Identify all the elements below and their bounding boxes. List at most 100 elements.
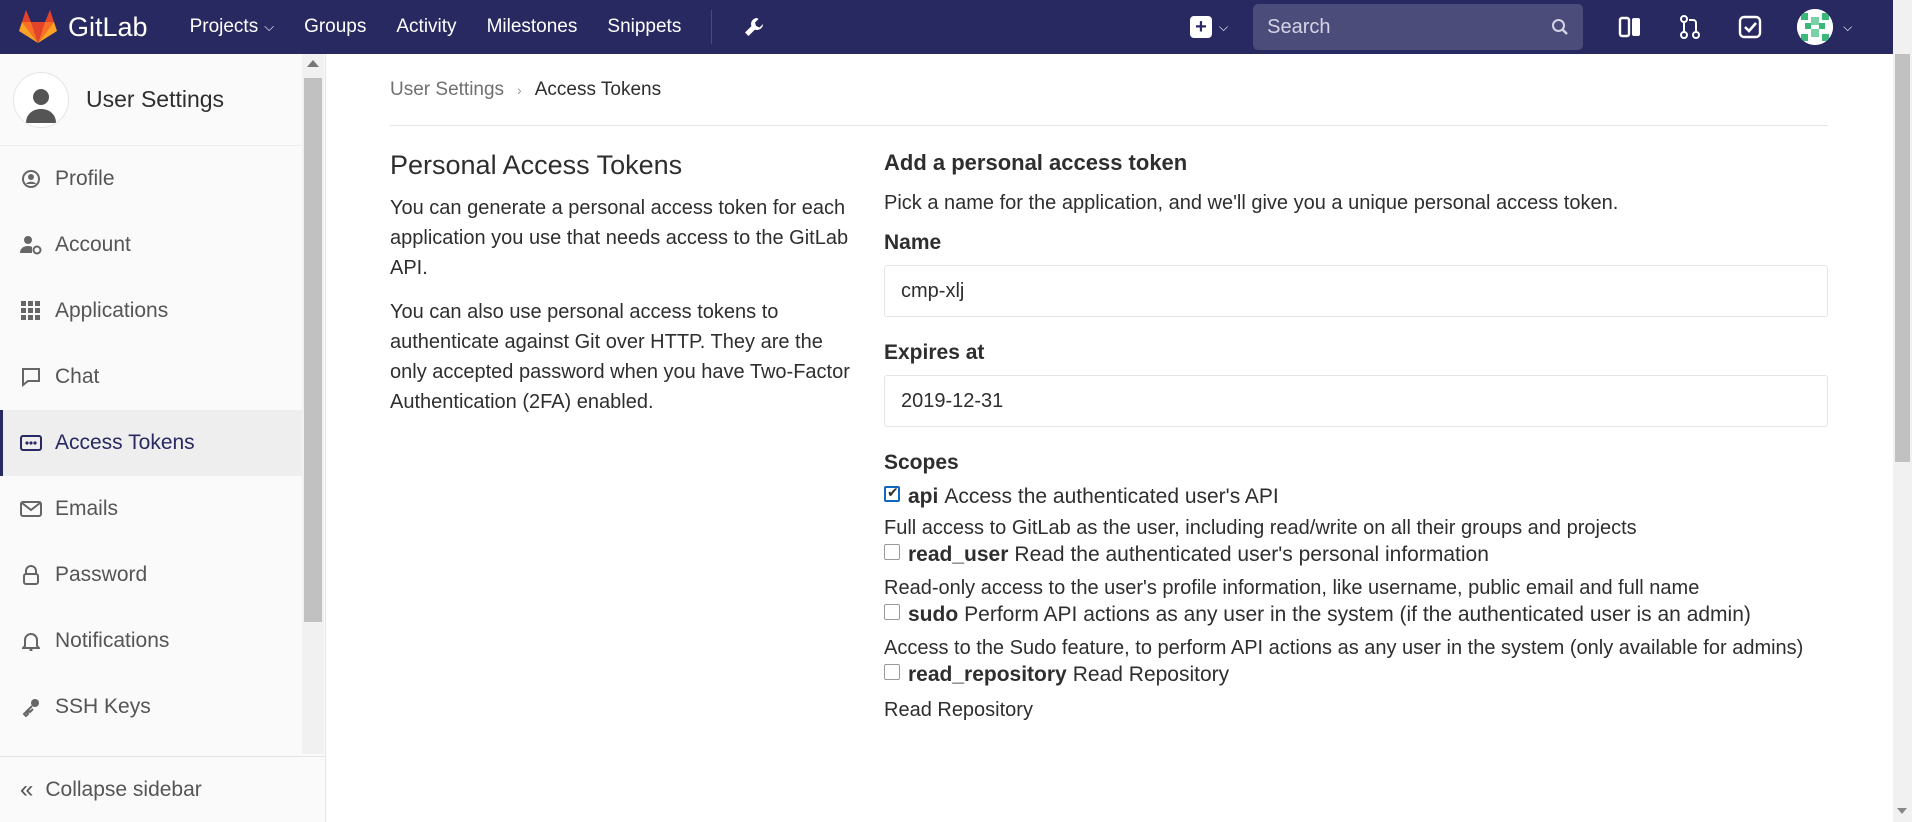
search-box[interactable] <box>1253 4 1584 50</box>
applications-icon <box>20 300 42 322</box>
scope-read-user-checkbox[interactable] <box>884 544 900 560</box>
chevron-right-icon: › <box>517 81 522 98</box>
top-navbar: GitLab Projects ⌵ Groups Activity Milesto… <box>0 0 1893 54</box>
sidebar-item-notifications[interactable]: Notifications <box>0 608 302 674</box>
nav-projects[interactable]: Projects ⌵ <box>190 16 275 38</box>
scope-description: Access to the Sudo feature, to perform A… <box>884 637 1804 659</box>
scope-read-repository-row: read_repository Read Repository <box>884 663 1828 687</box>
scope-summary: Perform API actions as any user in the s… <box>964 603 1751 626</box>
lock-icon <box>20 564 42 586</box>
search-icon <box>1552 19 1568 35</box>
sidebar-item-password[interactable]: Password <box>0 542 302 608</box>
scroll-down-arrow-icon[interactable] <box>1897 808 1907 814</box>
sidebar-item-label: Access Tokens <box>55 431 195 454</box>
sidebar-item-label: Applications <box>55 299 169 322</box>
settings-sidebar: User Settings Profile Account Applicatio… <box>0 54 326 822</box>
nav-divider <box>711 10 713 44</box>
expires-label: Expires at <box>884 341 985 364</box>
profile-icon <box>20 168 42 190</box>
person-icon <box>26 88 56 123</box>
sidebar-item-ssh-keys[interactable]: SSH Keys <box>0 674 302 740</box>
issues-icon[interactable] <box>1617 14 1643 40</box>
sidebar-header[interactable]: User Settings <box>0 54 302 146</box>
scope-summary: Read Repository <box>1072 663 1230 686</box>
breadcrumb-current[interactable]: Access Tokens <box>535 79 661 101</box>
scrollbar-corner <box>1893 0 1912 54</box>
breadcrumb-parent[interactable]: User Settings <box>390 79 504 101</box>
sidebar-item-label: Emails <box>55 497 119 520</box>
page-scrollbar-thumb[interactable] <box>1895 54 1910 462</box>
sidebar-item-label: Chat <box>55 365 100 388</box>
chevron-down-icon: ⌵ <box>1219 19 1229 34</box>
breadcrumb: User Settings › Access Tokens <box>390 54 1828 126</box>
nav-activity[interactable]: Activity <box>396 16 456 38</box>
sidebar-item-label: Notifications <box>55 629 170 652</box>
sidebar-item-profile[interactable]: Profile <box>0 146 302 212</box>
user-settings-avatar <box>13 71 69 128</box>
logo-text: GitLab <box>68 11 148 42</box>
scope-name: read_user <box>908 543 1009 566</box>
sidebar-item-applications[interactable]: Applications <box>0 278 302 344</box>
collapse-sidebar-button[interactable]: « Collapse sidebar <box>0 756 325 822</box>
sidebar-scrollbar[interactable] <box>302 54 324 754</box>
email-icon <box>20 498 42 520</box>
search-input[interactable] <box>1267 15 1528 39</box>
gitlab-logo[interactable]: GitLab <box>18 9 148 45</box>
chat-icon <box>20 366 42 388</box>
sidebar-item-access-tokens[interactable]: Access Tokens <box>0 410 302 476</box>
page-title: Personal Access Tokens <box>390 150 683 180</box>
key-icon <box>20 696 42 718</box>
account-icon <box>20 234 42 256</box>
sidebar-item-label: Account <box>55 233 131 256</box>
wrench-icon[interactable] <box>742 15 766 39</box>
merge-request-icon[interactable] <box>1677 14 1703 40</box>
scope-api-checkbox[interactable] <box>884 484 900 502</box>
info-paragraph-2: You can also use personal access tokens … <box>390 301 850 413</box>
scope-summary: Read the authenticated user's personal i… <box>1014 543 1489 566</box>
sidebar-item-chat[interactable]: Chat <box>0 344 302 410</box>
token-name-input[interactable] <box>884 265 1828 317</box>
access-tokens-icon <box>20 432 42 454</box>
scope-sudo-checkbox[interactable] <box>884 604 900 620</box>
user-avatar <box>1797 9 1834 45</box>
scope-name: api <box>908 485 939 508</box>
scope-description: Full access to GitLab as the user, inclu… <box>884 517 1637 539</box>
nav-projects-label: Projects <box>189 16 259 37</box>
nav-milestones[interactable]: Milestones <box>487 16 578 38</box>
gitlab-tanuki-icon <box>19 10 57 43</box>
scope-name: sudo <box>908 603 959 626</box>
plus-icon: + <box>1190 16 1212 38</box>
main-content: User Settings › Access Tokens Personal A… <box>390 54 1828 721</box>
scope-api-row: api Access the authenticated user's API <box>884 484 1828 509</box>
scope-name: read_repository <box>908 663 1067 686</box>
chevron-down-icon: ⌵ <box>1843 19 1853 34</box>
scroll-up-arrow-icon[interactable] <box>307 60 319 67</box>
chevron-down-icon: ⌵ <box>264 19 275 34</box>
nav-groups[interactable]: Groups <box>304 16 366 38</box>
sidebar-item-account[interactable]: Account <box>0 212 302 278</box>
form-title: Add a personal access token <box>884 150 1188 175</box>
scope-sudo-row: sudo Perform API actions as any user in … <box>884 603 1828 627</box>
scope-summary: Access the authenticated user's API <box>944 485 1279 508</box>
bell-icon <box>20 630 42 652</box>
sidebar-item-label: Profile <box>55 167 115 190</box>
scope-description: Read-only access to the user's profile i… <box>884 577 1700 599</box>
expires-at-input[interactable] <box>884 375 1828 427</box>
sidebar-scrollbar-thumb[interactable] <box>304 78 322 622</box>
todo-icon[interactable] <box>1737 14 1763 40</box>
sidebar-item-label: Password <box>55 563 148 586</box>
collapse-sidebar-label: Collapse sidebar <box>45 777 202 801</box>
page-scrollbar[interactable] <box>1893 54 1912 822</box>
scope-read-repository-checkbox[interactable] <box>884 664 900 680</box>
double-chevron-left-icon: « <box>20 775 34 803</box>
scope-description: Read Repository <box>884 699 1033 721</box>
user-menu[interactable]: ⌵ <box>1763 9 1852 45</box>
info-column: Personal Access Tokens You can generate … <box>390 150 850 431</box>
name-label: Name <box>884 231 942 254</box>
new-dropdown-button[interactable]: + ⌵ <box>1190 16 1228 38</box>
sidebar-item-emails[interactable]: Emails <box>0 476 302 542</box>
nav-snippets[interactable]: Snippets <box>607 16 681 38</box>
sidebar-item-label: SSH Keys <box>55 695 151 718</box>
token-form: Add a personal access token Pick a name … <box>884 150 1828 725</box>
sidebar-title: User Settings <box>86 86 225 112</box>
